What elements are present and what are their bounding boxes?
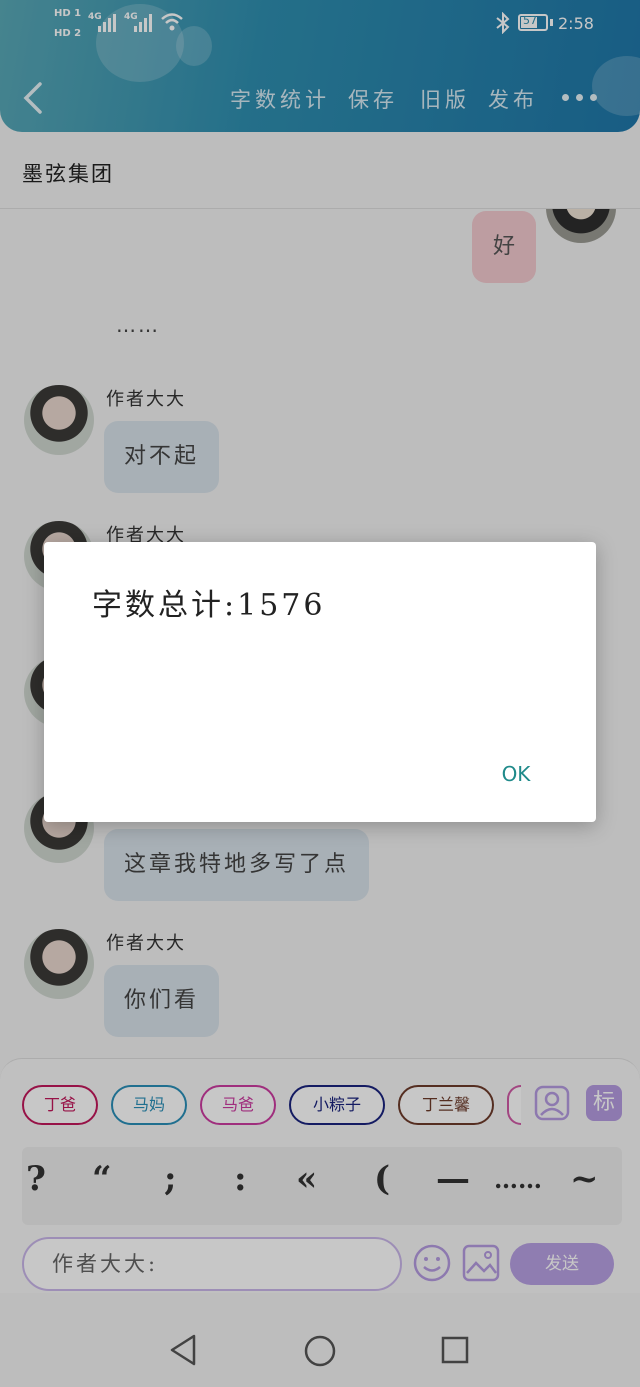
- dialog-message: 字数总计:1576: [92, 588, 326, 623]
- word-count-dialog: 字数总计:1576 OK: [44, 542, 596, 822]
- ok-button[interactable]: OK: [484, 756, 548, 792]
